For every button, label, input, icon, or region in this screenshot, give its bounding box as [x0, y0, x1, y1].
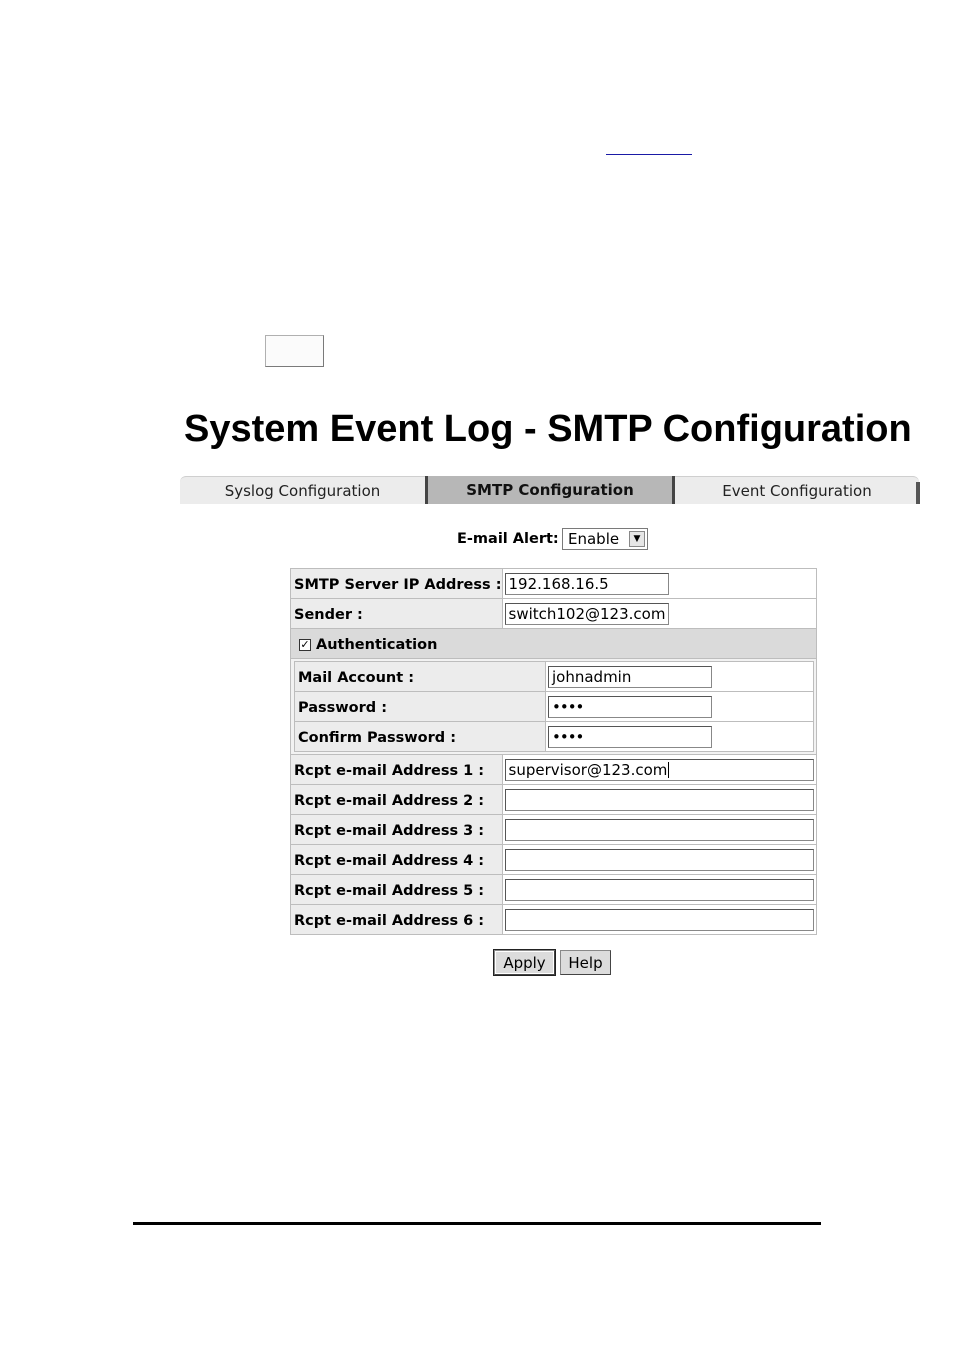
rcpt-row-1: Rcpt e-mail Address 1 : supervisor@123.c…: [290, 754, 817, 785]
rcpt-value-1: supervisor@123.com: [508, 760, 668, 779]
email-alert-select[interactable]: Enable ▼: [562, 528, 648, 550]
rcpt-row-4: Rcpt e-mail Address 4 :: [290, 844, 817, 875]
rcpt-label-4: Rcpt e-mail Address 4 :: [294, 853, 485, 869]
page-title: System Event Log - SMTP Configuration: [184, 408, 912, 450]
smtp-server-label: SMTP Server IP Address :: [294, 577, 502, 593]
rcpt-input-1[interactable]: supervisor@123.com: [504, 758, 814, 781]
smtp-server-row: SMTP Server IP Address : 192.168.16.5: [290, 568, 817, 599]
rcpt-input-2[interactable]: [504, 788, 814, 811]
footer-divider: [133, 1222, 821, 1225]
rcpt-label-2: Rcpt e-mail Address 2 :: [294, 793, 485, 809]
confirm-password-input[interactable]: ••••: [548, 725, 712, 748]
rcpt-input-6[interactable]: [504, 908, 814, 931]
authentication-row: ✓ Authentication: [290, 628, 817, 659]
authentication-label: Authentication: [316, 637, 438, 653]
rcpt-row-5: Rcpt e-mail Address 5 :: [290, 874, 817, 905]
sender-row: Sender : switch102@123.com: [290, 598, 817, 629]
rcpt-row-2: Rcpt e-mail Address 2 :: [290, 784, 817, 815]
auth-details-row: Mail Account : johnadmin Password : ••••…: [290, 658, 817, 755]
sender-label: Sender :: [294, 607, 363, 623]
tab-bar: Syslog Configuration SMTP Configuration …: [180, 476, 924, 504]
auth-details-table: Mail Account : johnadmin Password : ••••…: [294, 661, 814, 752]
rcpt-label-5: Rcpt e-mail Address 5 :: [294, 883, 485, 899]
tab-bar-edge: [916, 482, 920, 504]
hyperlink-underline[interactable]: [606, 154, 692, 155]
tab-syslog-configuration[interactable]: Syslog Configuration: [180, 476, 425, 504]
checkbox-checked-icon[interactable]: ✓: [299, 638, 311, 651]
confirm-password-row: Confirm Password : ••••: [294, 721, 814, 752]
confirm-password-label: Confirm Password :: [298, 730, 456, 746]
tab-event-configuration[interactable]: Event Configuration: [675, 476, 919, 504]
rcpt-label-1: Rcpt e-mail Address 1 :: [294, 763, 485, 779]
password-label: Password :: [298, 700, 388, 716]
email-alert-label: E-mail Alert:: [457, 531, 559, 547]
sender-input[interactable]: switch102@123.com: [504, 602, 669, 625]
rcpt-row-3: Rcpt e-mail Address 3 :: [290, 814, 817, 845]
rcpt-input-3[interactable]: [504, 818, 814, 841]
rcpt-input-4[interactable]: [504, 848, 814, 871]
password-input[interactable]: ••••: [548, 695, 712, 718]
mail-account-input[interactable]: johnadmin: [548, 665, 712, 688]
password-row: Password : ••••: [294, 691, 814, 722]
rcpt-input-5[interactable]: [504, 878, 814, 901]
smtp-server-input[interactable]: 192.168.16.5: [504, 572, 669, 595]
help-button[interactable]: Help: [560, 950, 611, 975]
tab-smtp-configuration[interactable]: SMTP Configuration: [425, 476, 675, 504]
chevron-down-icon[interactable]: ▼: [629, 531, 645, 547]
rcpt-label-6: Rcpt e-mail Address 6 :: [294, 913, 485, 929]
rcpt-label-3: Rcpt e-mail Address 3 :: [294, 823, 485, 839]
document-button[interactable]: [265, 335, 324, 367]
smtp-config-table: SMTP Server IP Address : 192.168.16.5 Se…: [290, 568, 817, 935]
text-cursor: [668, 762, 670, 778]
mail-account-row: Mail Account : johnadmin: [294, 661, 814, 692]
rcpt-row-6: Rcpt e-mail Address 6 :: [290, 904, 817, 935]
mail-account-label: Mail Account :: [298, 670, 414, 686]
email-alert-value: Enable: [568, 530, 620, 548]
apply-button[interactable]: Apply: [493, 949, 556, 976]
